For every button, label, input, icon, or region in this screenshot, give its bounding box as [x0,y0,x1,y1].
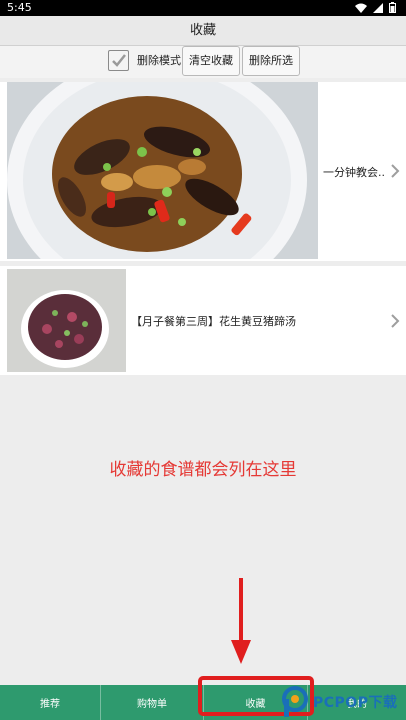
chevron-right-icon [391,314,400,328]
delete-mode-label: 删除模式 [137,54,181,67]
recipe-title: 【月子餐第三周】花生黄豆猪蹄汤 [131,315,296,328]
check-icon [112,54,126,67]
favorite-item[interactable]: 一分钟教会... [0,82,406,261]
page-title: 收藏 [0,16,406,46]
arrow-down-icon [231,578,251,664]
toolbar: 删除模式 清空收藏 删除所选 [0,46,406,78]
favorite-item[interactable]: 【月子餐第三周】花生黄豆猪蹄汤 [0,266,406,375]
wifi-icon [355,3,367,13]
recipe-image [7,269,126,372]
watermark-text: PCPOP下载 [313,695,398,711]
delete-selected-button[interactable]: 删除所选 [242,46,300,76]
battery-icon [389,2,396,13]
watermark: PCPOP下载 [281,684,406,720]
watermark-logo-icon [282,686,308,717]
recipe-title: 一分钟教会... [323,166,386,179]
signal-icon [373,2,383,13]
tab-recommend[interactable]: 推荐 [0,685,101,720]
delete-mode-checkbox[interactable] [108,50,129,71]
status-time: 5:45 [7,1,32,14]
status-bar: 5:45 [0,0,406,16]
status-icons [355,2,396,13]
clear-favorites-button[interactable]: 清空收藏 [182,46,240,76]
empty-area [0,378,406,684]
tab-shopping-list[interactable]: 购物单 [101,685,204,720]
hint-text: 收藏的食谱都会列在这里 [109,460,297,480]
chevron-right-icon [391,164,400,178]
recipe-image [7,82,318,259]
